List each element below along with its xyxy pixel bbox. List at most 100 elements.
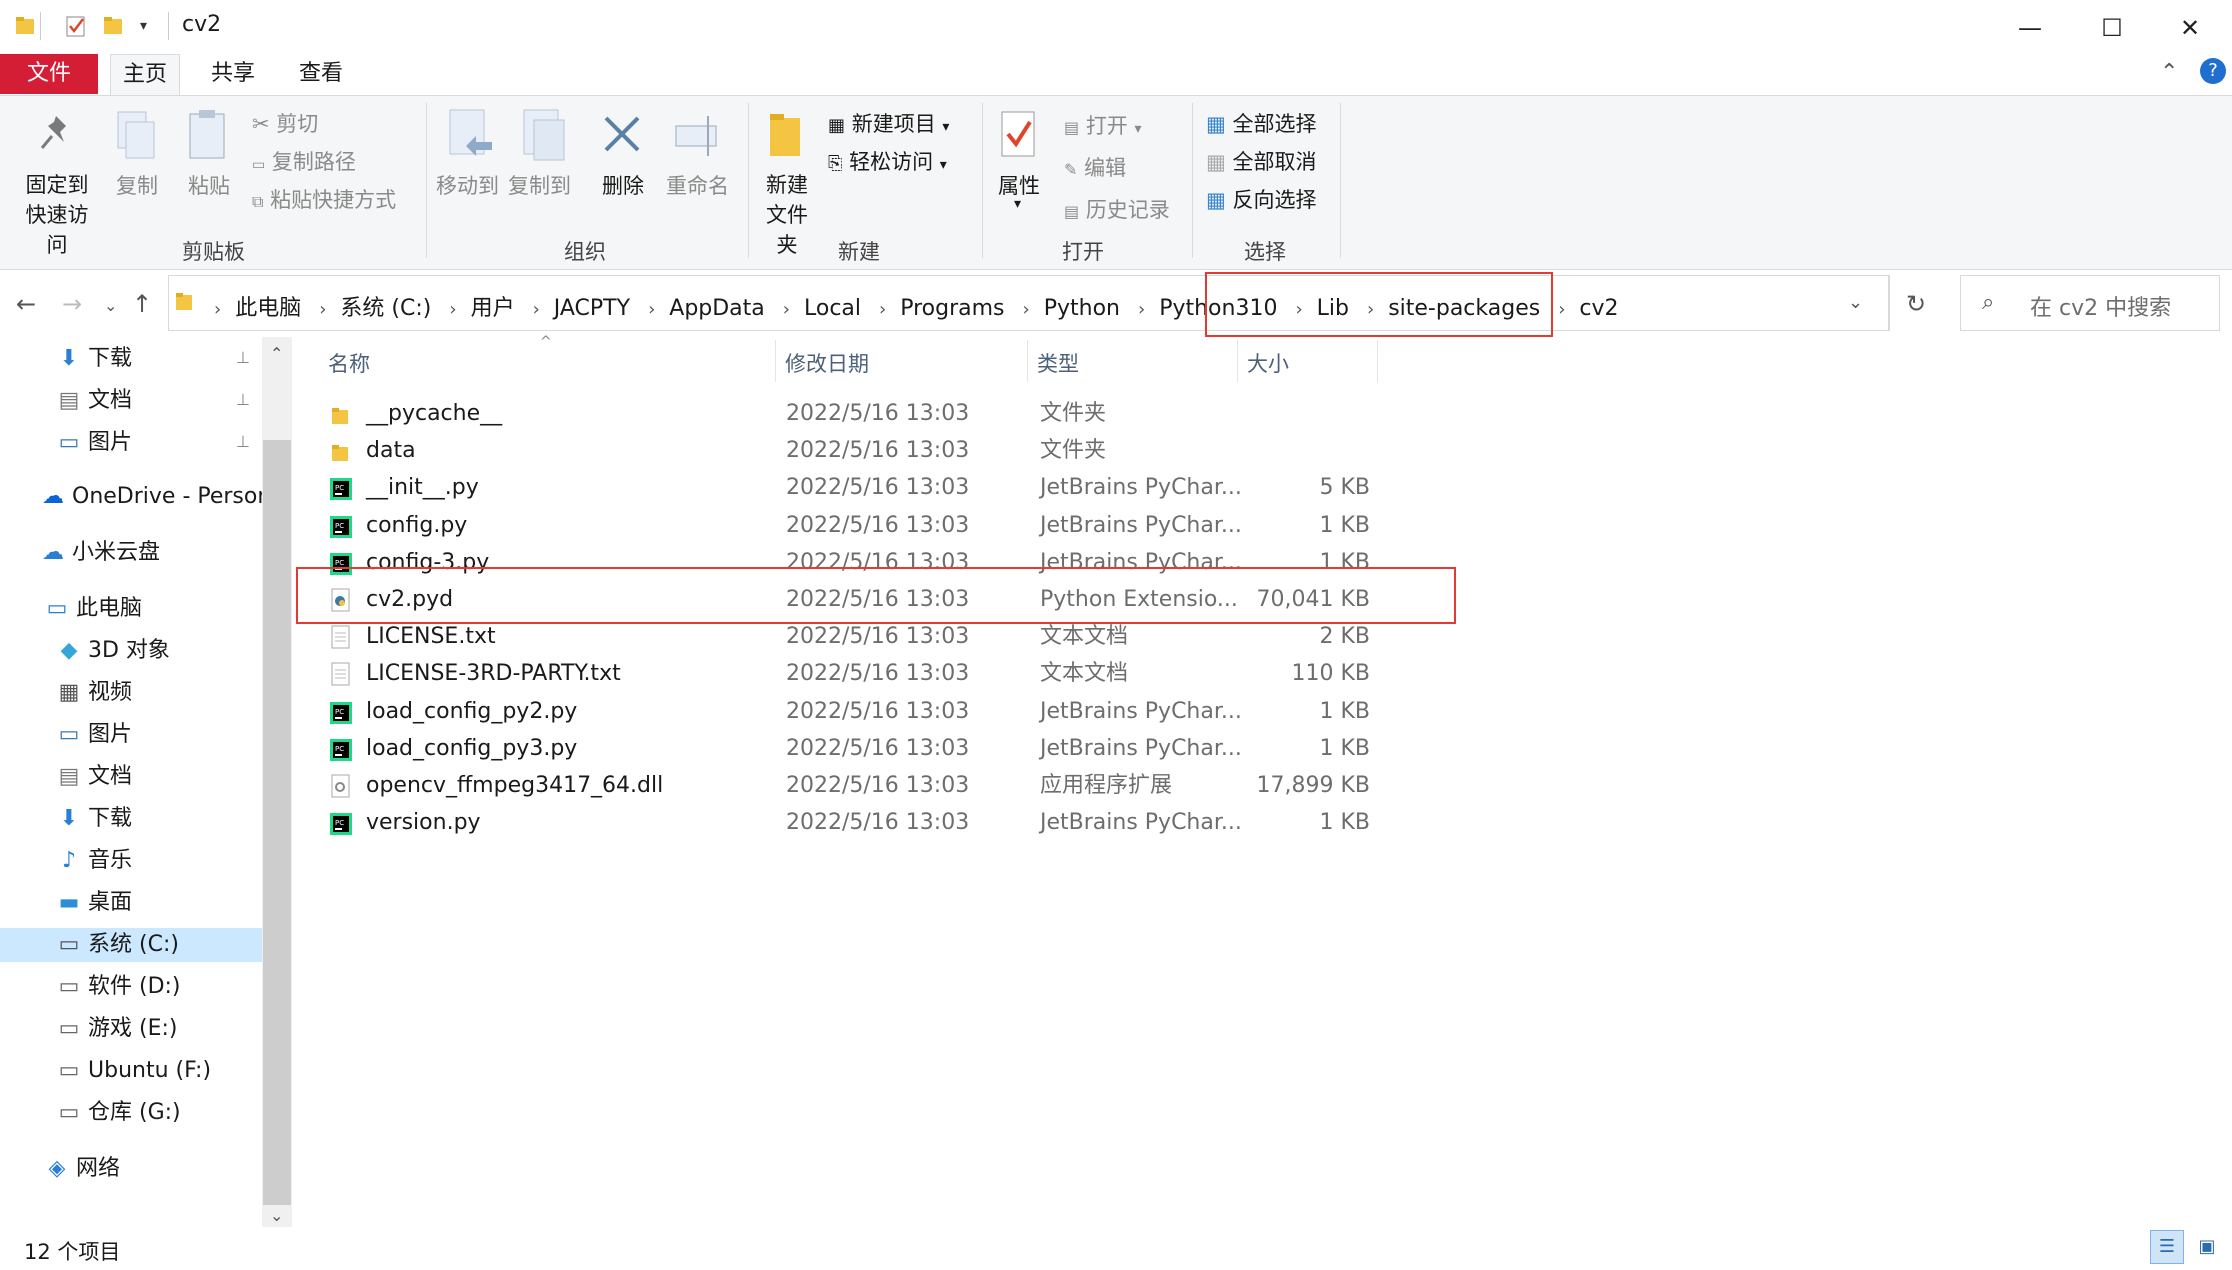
invert-selection-button[interactable]: ▦ 反向选择 bbox=[1206, 184, 1317, 214]
cut-button[interactable]: ✂ 剪切 bbox=[252, 108, 318, 138]
breadcrumb-item[interactable]: Local bbox=[804, 296, 861, 321]
breadcrumb-item[interactable]: JACPTY bbox=[554, 296, 630, 321]
address-dropdown-chevron-icon[interactable]: ⌄ bbox=[1848, 292, 1863, 313]
recent-locations-chevron-icon[interactable]: ⌄ bbox=[104, 296, 117, 315]
move-to-button[interactable]: 移动到 bbox=[436, 170, 499, 200]
sidebar-item-pc[interactable]: ▭ 游戏 (E:) bbox=[56, 1012, 178, 1046]
new-folder-icon[interactable] bbox=[102, 14, 124, 42]
easy-access-button[interactable]: ⎘ 轻松访问 ▾ bbox=[828, 146, 947, 176]
sidebar-item-pc[interactable]: ▬ 桌面 bbox=[56, 886, 132, 920]
breadcrumb-separator-icon[interactable]: › bbox=[879, 299, 886, 320]
pin-label-1: 固定到 bbox=[25, 173, 89, 197]
select-all-button[interactable]: ▦ 全部选择 bbox=[1206, 108, 1317, 138]
sidebar-item-pc[interactable]: ▭ 系统 (C:) bbox=[0, 928, 262, 962]
edit-button[interactable]: ✎ 编辑 bbox=[1064, 152, 1126, 182]
sidebar-item-pc[interactable]: ▭ 软件 (D:) bbox=[56, 970, 181, 1004]
breadcrumb-item[interactable]: Python bbox=[1044, 296, 1120, 321]
new-folder-button[interactable]: 新建 文件夹 bbox=[756, 170, 818, 260]
breadcrumb-separator-icon[interactable]: › bbox=[214, 299, 221, 320]
sidebar-scrollbar-thumb[interactable] bbox=[263, 440, 291, 1205]
file-row[interactable]: PC load_config_py2.py 2022/5/16 13:03 JetBr… bbox=[290, 693, 1410, 730]
breadcrumb-separator-icon[interactable]: › bbox=[533, 299, 540, 320]
forward-icon[interactable]: → bbox=[62, 290, 82, 318]
drive-icon: ▭ bbox=[58, 974, 80, 999]
file-row[interactable]: __pycache__ 2022/5/16 13:03 文件夹 bbox=[290, 395, 1410, 432]
copy-path-button[interactable]: ▭ 复制路径 bbox=[252, 146, 356, 176]
breadcrumb-item[interactable]: 用户 bbox=[471, 296, 515, 321]
sidebar-item-pc[interactable]: ▭ 图片 bbox=[56, 718, 132, 752]
refresh-icon[interactable]: ↻ bbox=[1906, 290, 1926, 318]
breadcrumb-item[interactable]: 系统 (C:) bbox=[340, 296, 431, 321]
select-none-button[interactable]: ▦ 全部取消 bbox=[1206, 146, 1317, 176]
breadcrumb-separator-icon[interactable]: › bbox=[648, 299, 655, 320]
chevron-down-icon[interactable]: ▾ bbox=[1014, 196, 1021, 212]
breadcrumb-item[interactable]: Programs bbox=[900, 296, 1004, 321]
column-header-type[interactable]: 类型 bbox=[1037, 348, 1079, 378]
paste-button[interactable]: 粘贴 bbox=[188, 170, 230, 200]
file-row[interactable]: PC config.py 2022/5/16 13:03 JetBrains PyCh… bbox=[290, 507, 1410, 544]
organize-group-label: 组织 bbox=[564, 240, 606, 264]
pin-quick-access-button[interactable]: 固定到 快速访问 bbox=[20, 170, 94, 260]
properties-check-icon[interactable] bbox=[64, 14, 88, 44]
customize-toolbar-dropdown-icon[interactable]: ▾ bbox=[140, 18, 147, 34]
sidebar-item-pc[interactable]: ◆ 3D 对象 bbox=[56, 634, 170, 668]
delete-button[interactable]: 删除 bbox=[602, 170, 644, 200]
maximize-button[interactable]: ☐ bbox=[2082, 8, 2142, 48]
breadcrumb-separator-icon[interactable]: › bbox=[783, 299, 790, 320]
sidebar-item-quick[interactable]: ▤ 文档 bbox=[56, 384, 132, 418]
breadcrumb-item[interactable]: AppData bbox=[669, 296, 765, 321]
file-row[interactable]: PC load_config_py3.py 2022/5/16 13:03 JetBr… bbox=[290, 730, 1410, 767]
sidebar-item-pc[interactable]: ▤ 文档 bbox=[56, 760, 132, 794]
back-icon[interactable]: ← bbox=[16, 290, 36, 318]
sidebar-item-this-pc[interactable]: ▭ 此电脑 bbox=[44, 592, 142, 626]
sidebar-item-pc[interactable]: ▭ 仓库 (G:) bbox=[56, 1096, 181, 1130]
tab-view[interactable]: 查看 bbox=[286, 54, 356, 94]
file-row[interactable]: PC __init__.py 2022/5/16 13:03 JetBrains Py… bbox=[290, 469, 1410, 506]
sidebar-item-pc[interactable]: ⬇ 下载 bbox=[56, 802, 132, 836]
tab-file[interactable]: 文件 bbox=[0, 54, 98, 94]
svg-text:PC: PC bbox=[335, 522, 344, 530]
sidebar-item-quick[interactable]: ▭ 图片 bbox=[56, 426, 132, 460]
file-row[interactable]: data 2022/5/16 13:03 文件夹 bbox=[290, 432, 1410, 469]
sidebar-item-network[interactable]: ◈ 网络 bbox=[44, 1152, 120, 1186]
copy-to-button[interactable]: 复制到 bbox=[508, 170, 571, 200]
copy-button[interactable]: 复制 bbox=[116, 170, 158, 200]
breadcrumb-separator-icon[interactable]: › bbox=[1023, 299, 1030, 320]
minimize-button[interactable]: — bbox=[2000, 8, 2060, 48]
sidebar-item-onedrive[interactable]: ☁ OneDrive - Person bbox=[40, 480, 271, 514]
scroll-up-icon[interactable]: ⌃ bbox=[270, 344, 283, 363]
sidebar-item-xiaomi-cloud[interactable]: ☁ 小米云盘 bbox=[40, 536, 160, 570]
column-header-modified[interactable]: 修改日期 bbox=[785, 348, 869, 378]
breadcrumb-separator-icon[interactable]: › bbox=[1138, 299, 1145, 320]
breadcrumb-separator-icon[interactable]: › bbox=[319, 299, 326, 320]
large-icons-view-icon[interactable]: ▣ bbox=[2190, 1230, 2224, 1264]
close-button[interactable]: ✕ bbox=[2160, 8, 2220, 48]
breadcrumb-item[interactable]: 此电脑 bbox=[235, 296, 301, 321]
scroll-down-icon[interactable]: ⌄ bbox=[270, 1206, 283, 1225]
sidebar-item-pc[interactable]: ▭ Ubuntu (F:) bbox=[56, 1054, 211, 1088]
file-row[interactable]: LICENSE-3RD-PARTY.txt 2022/5/16 13:03 文本文档… bbox=[290, 655, 1410, 692]
breadcrumb-item[interactable]: cv2 bbox=[1579, 296, 1618, 321]
column-header-name[interactable]: 名称 bbox=[328, 348, 370, 378]
collapse-ribbon-icon[interactable]: ⌃ bbox=[2160, 60, 2178, 85]
sidebar-item-pc[interactable]: ♪ 音乐 bbox=[56, 844, 132, 878]
open-button[interactable]: ▤ 打开 ▾ bbox=[1064, 110, 1142, 140]
breadcrumb-separator-icon[interactable]: › bbox=[449, 299, 456, 320]
file-row[interactable]: opencv_ffmpeg3417_64.dll 2022/5/16 13:03 应… bbox=[290, 767, 1410, 804]
sidebar-item-quick[interactable]: ⬇ 下载 bbox=[56, 342, 132, 376]
history-button[interactable]: ▤ 历史记录 bbox=[1064, 194, 1170, 224]
pin-icon: ⊥ bbox=[236, 432, 250, 451]
rename-button[interactable]: 重命名 bbox=[666, 170, 729, 200]
sidebar-item-pc[interactable]: ▦ 视频 bbox=[56, 676, 132, 710]
tab-share[interactable]: 共享 bbox=[198, 54, 268, 94]
details-view-icon[interactable]: ☰ bbox=[2150, 1230, 2184, 1264]
up-icon[interactable]: ↑ bbox=[132, 290, 152, 318]
tab-home[interactable]: 主页 bbox=[110, 54, 180, 95]
paste-shortcut-button[interactable]: ⧉ 粘贴快捷方式 bbox=[252, 184, 396, 214]
breadcrumb-separator-icon[interactable]: › bbox=[1558, 299, 1565, 320]
column-header-size[interactable]: 大小 bbox=[1247, 348, 1289, 378]
new-item-button[interactable]: ▦ 新建项目 ▾ bbox=[828, 108, 949, 138]
file-row[interactable]: PC version.py 2022/5/16 13:03 JetBrains PyC… bbox=[290, 804, 1410, 841]
help-icon[interactable]: ? bbox=[2200, 58, 2226, 84]
sidebar-item-label: 视频 bbox=[88, 680, 133, 705]
